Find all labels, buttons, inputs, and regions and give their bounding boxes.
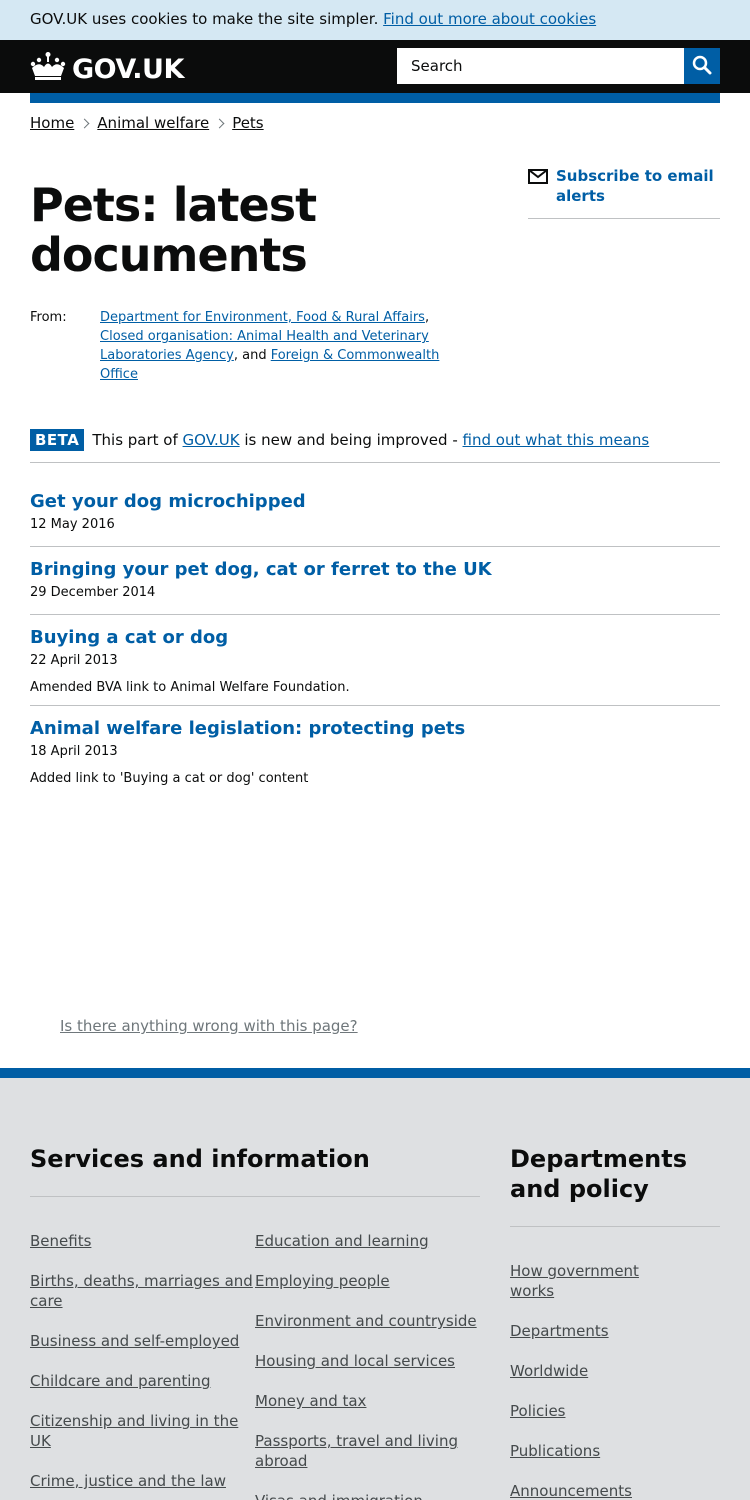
chevron-right-icon	[214, 118, 225, 128]
departments-list: How government works Departments Worldwi…	[510, 1261, 660, 1500]
organisation-list: Department for Environment, Food & Rural…	[100, 308, 460, 384]
beta-banner: BETA This part of GOV.UK is new and bein…	[30, 429, 720, 463]
subscribe-box: Subscribe to email alerts	[528, 166, 720, 219]
footer-link-business[interactable]: Business and self-employed	[30, 1332, 239, 1350]
search-input[interactable]	[397, 48, 684, 84]
page-title: Pets: latest documents	[30, 178, 317, 282]
cookie-banner: GOV.UK uses cookies to make the site sim…	[0, 0, 750, 40]
subscribe-label: Subscribe to email alerts	[556, 167, 714, 205]
document-summary: Amended BVA link to Animal Welfare Found…	[30, 680, 350, 695]
document-date: 12 May 2016	[30, 517, 115, 532]
footer-link-visas[interactable]: Visas and immigration	[255, 1492, 423, 1500]
logo-text: GOV.UK	[72, 54, 184, 85]
org-link-defra[interactable]: Department for Environment, Food & Rural…	[100, 310, 425, 325]
document-title-link[interactable]: Bringing your pet dog, cat or ferret to …	[30, 558, 720, 582]
org-separator: ,	[424, 310, 430, 325]
beta-site-link[interactable]: GOV.UK	[183, 431, 240, 449]
breadcrumb: Home Animal welfare Pets	[30, 114, 264, 132]
services-column-2: Education and learning Employing people …	[255, 1231, 480, 1500]
site-footer: Services and information Benefits Births…	[0, 1068, 750, 1500]
chevron-right-icon	[79, 118, 90, 128]
site-header: GOV.UK	[0, 40, 750, 93]
govuk-logo-link[interactable]: GOV.UK	[30, 51, 184, 88]
report-problem-link[interactable]: Is there anything wrong with this page?	[60, 1017, 358, 1035]
footer-link-how-government-works[interactable]: How government works	[510, 1262, 639, 1300]
breadcrumb-animal-welfare[interactable]: Animal welfare	[97, 114, 209, 132]
footer-link-housing[interactable]: Housing and local services	[255, 1352, 455, 1370]
document-title-link[interactable]: Animal welfare legislation: protecting p…	[30, 717, 720, 741]
beta-text-after: is new and being improved -	[239, 431, 463, 449]
org-separator: , and	[233, 348, 271, 363]
beta-tag: BETA	[30, 429, 85, 451]
footer-link-worldwide[interactable]: Worldwide	[510, 1362, 588, 1380]
document-date: 29 December 2014	[30, 585, 156, 600]
footer-link-crime-justice[interactable]: Crime, justice and the law	[30, 1472, 226, 1490]
search-icon	[692, 55, 712, 78]
footer-link-benefits[interactable]: Benefits	[30, 1232, 91, 1250]
document-list: Get your dog microchipped 12 May 2016 Br…	[30, 463, 720, 796]
document-date: 22 April 2013	[30, 653, 118, 668]
subscribe-link[interactable]: Subscribe to email alerts	[528, 166, 720, 206]
list-item: Animal welfare legislation: protecting p…	[30, 706, 720, 796]
cookie-info-link[interactable]: Find out more about cookies	[383, 10, 596, 28]
footer-link-environment[interactable]: Environment and countryside	[255, 1312, 477, 1330]
departments-section: Departments and policy How government wo…	[510, 1144, 720, 1500]
departments-heading: Departments and policy	[510, 1144, 720, 1227]
footer-link-births-deaths[interactable]: Births, deaths, marriages and care	[30, 1272, 253, 1310]
services-columns: Benefits Births, deaths, marriages and c…	[30, 1231, 480, 1500]
search-button[interactable]	[684, 48, 720, 84]
from-label: From:	[30, 310, 67, 325]
footer-link-policies[interactable]: Policies	[510, 1402, 565, 1420]
document-title-link[interactable]: Buying a cat or dog	[30, 626, 720, 650]
beta-text-before: This part of	[92, 431, 183, 449]
document-date: 18 April 2013	[30, 744, 118, 759]
footer-link-passports[interactable]: Passports, travel and living abroad	[255, 1432, 458, 1470]
breadcrumb-home[interactable]: Home	[30, 114, 74, 132]
services-heading: Services and information	[30, 1144, 480, 1197]
footer-link-money-tax[interactable]: Money and tax	[255, 1392, 366, 1410]
header-divider	[30, 93, 720, 103]
search-form	[397, 48, 720, 84]
breadcrumb-pets[interactable]: Pets	[232, 114, 263, 132]
footer-link-employing[interactable]: Employing people	[255, 1272, 390, 1290]
list-item: Buying a cat or dog 22 April 2013 Amende…	[30, 615, 720, 706]
document-summary: Added link to 'Buying a cat or dog' cont…	[30, 771, 309, 786]
list-item: Get your dog microchipped 12 May 2016	[30, 463, 720, 547]
footer-link-education[interactable]: Education and learning	[255, 1232, 429, 1250]
services-column-1: Benefits Births, deaths, marriages and c…	[30, 1231, 255, 1500]
envelope-icon	[528, 166, 556, 189]
footer-link-childcare[interactable]: Childcare and parenting	[30, 1372, 210, 1390]
document-title-link[interactable]: Get your dog microchipped	[30, 490, 720, 514]
cookie-message: GOV.UK uses cookies to make the site sim…	[30, 10, 379, 28]
services-section: Services and information Benefits Births…	[30, 1144, 480, 1500]
footer-link-departments[interactable]: Departments	[510, 1322, 609, 1340]
list-item: Bringing your pet dog, cat or ferret to …	[30, 547, 720, 615]
crown-icon	[30, 51, 72, 88]
footer-link-publications[interactable]: Publications	[510, 1442, 600, 1460]
footer-link-citizenship[interactable]: Citizenship and living in the UK	[30, 1412, 238, 1450]
beta-message: This part of GOV.UK is new and being imp…	[92, 429, 649, 451]
footer-link-announcements[interactable]: Announcements	[510, 1482, 632, 1500]
beta-info-link[interactable]: find out what this means	[463, 431, 650, 449]
